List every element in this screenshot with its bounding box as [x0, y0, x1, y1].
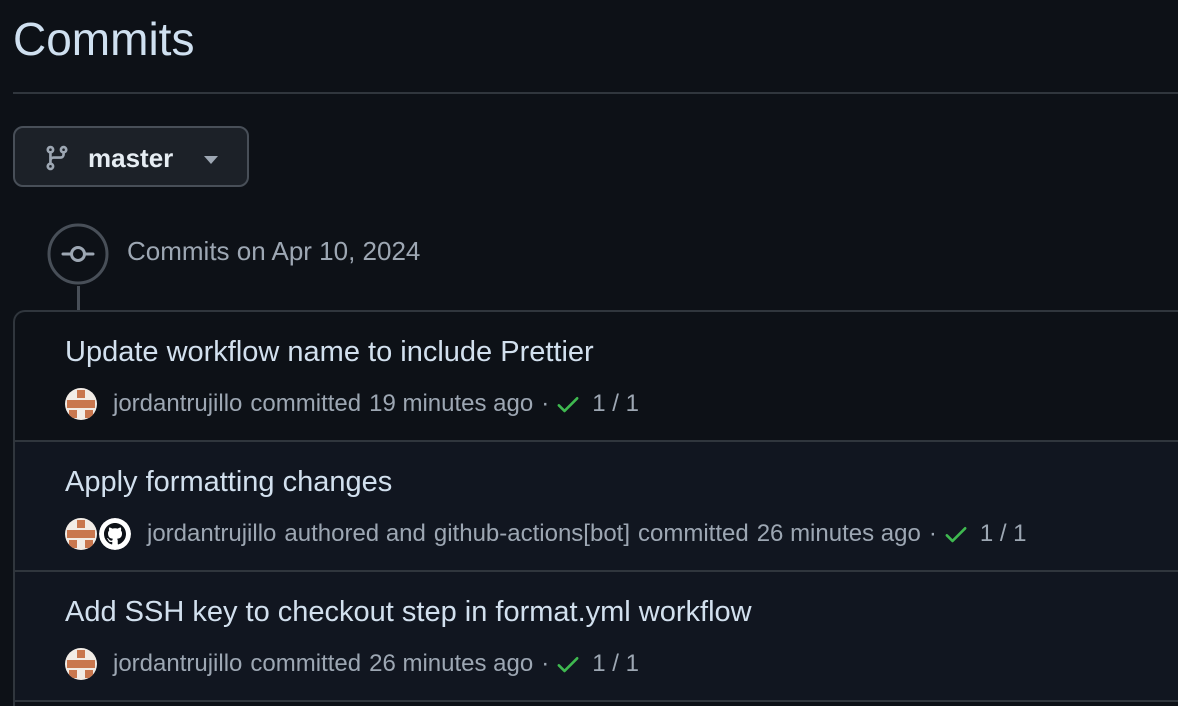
git-commit-icon: [47, 223, 109, 285]
commit-author-link[interactable]: jordantrujillo: [113, 390, 242, 418]
commit-author-link[interactable]: jordantrujillo: [113, 650, 242, 678]
page-title: Commits: [13, 13, 195, 65]
commit-list: Update workflow name to include Prettier…: [13, 310, 1178, 706]
author-avatar[interactable]: [65, 388, 97, 420]
commit-committer-link[interactable]: github-actions[bot]: [434, 520, 630, 548]
timeline-line: [77, 286, 80, 312]
git-branch-icon: [46, 145, 68, 171]
branch-selector-button[interactable]: master: [13, 126, 249, 187]
check-icon[interactable]: [554, 650, 582, 678]
commit-row: Update workflow name to include Prettier…: [15, 312, 1178, 442]
commit-time: 19 minutes ago: [369, 390, 534, 417]
commit-action-text: committed: [638, 520, 749, 547]
commits-page: Commits master Commits on Apr 10, 2024 U…: [0, 0, 1178, 706]
author-avatar[interactable]: [65, 518, 97, 550]
commit-row: Apply formatting changes jordantrujillo: [15, 442, 1178, 572]
author-avatar[interactable]: [65, 648, 97, 680]
check-icon[interactable]: [554, 390, 582, 418]
checks-count[interactable]: 1 / 1: [592, 650, 639, 678]
commit-action-text: committed: [250, 650, 362, 677]
meta-separator: ·: [541, 650, 550, 677]
commit-title-link[interactable]: Apply formatting changes: [65, 466, 392, 499]
commit-title-link[interactable]: Update workflow name to include Prettier: [65, 336, 594, 369]
github-mark-icon[interactable]: [99, 518, 131, 550]
commit-title-link[interactable]: Add SSH key to checkout step in format.y…: [65, 596, 752, 629]
meta-separator: ·: [541, 390, 550, 417]
commit-authored-text: authored and: [284, 520, 426, 547]
check-icon[interactable]: [942, 520, 970, 548]
commit-date-heading: Commits on Apr 10, 2024: [127, 236, 421, 266]
checks-count[interactable]: 1 / 1: [980, 520, 1027, 548]
checks-count[interactable]: 1 / 1: [592, 390, 639, 418]
commit-action-text: committed: [250, 390, 362, 417]
chevron-down-icon: [204, 156, 218, 164]
commit-row: Add SSH key to checkout step in format.y…: [15, 572, 1178, 702]
title-divider: [13, 92, 1178, 94]
meta-separator: ·: [928, 520, 937, 547]
commit-time: 26 minutes ago: [756, 520, 921, 547]
commit-time: 26 minutes ago: [369, 650, 534, 677]
commit-author-link[interactable]: jordantrujillo: [147, 520, 276, 548]
commit-meta: jordantrujillo committed 19 minutes ago …: [65, 388, 639, 420]
commit-meta: jordantrujillo committed 26 minutes ago …: [65, 648, 639, 680]
commit-meta: jordantrujillo authored and github-actio…: [65, 518, 1027, 550]
branch-name: master: [88, 143, 174, 173]
